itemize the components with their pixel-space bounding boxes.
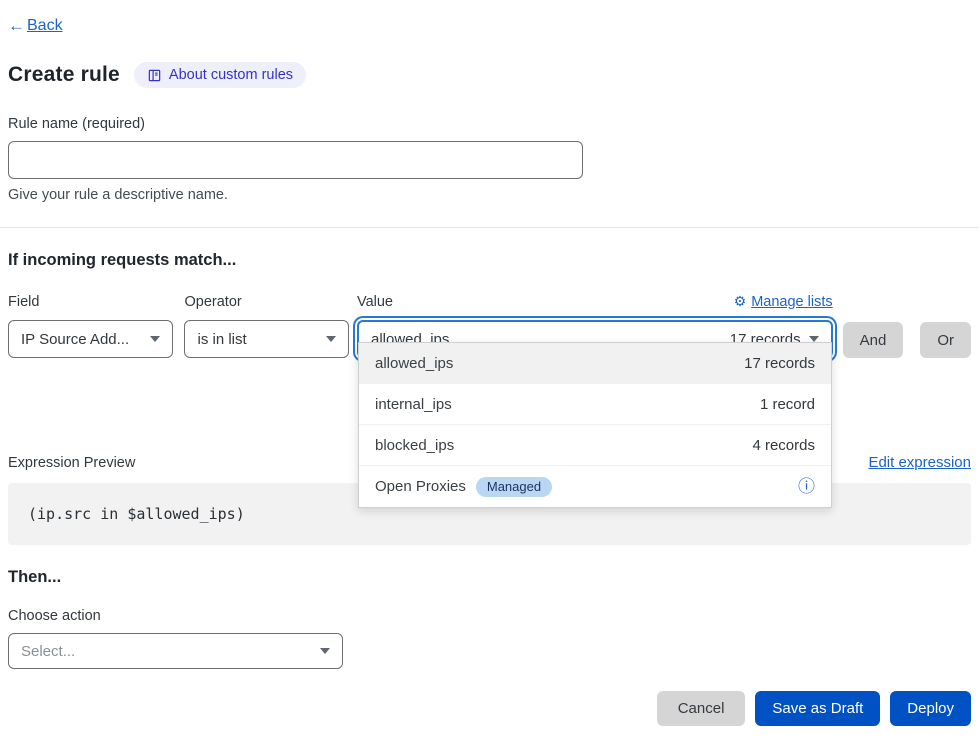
managed-badge: Managed (476, 477, 552, 497)
chevron-down-icon (326, 336, 336, 342)
action-select[interactable]: Select... (8, 633, 343, 669)
manage-lists-label: Manage lists (751, 294, 832, 310)
field-select-value: IP Source Add... (21, 331, 129, 348)
operator-label: Operator (184, 294, 349, 310)
page-title: Create rule (8, 63, 120, 87)
list-option-allowed-ips[interactable]: allowed_ips 17 records (359, 343, 831, 384)
book-icon (147, 68, 162, 83)
title-row: Create rule About custom rules (8, 62, 971, 88)
rule-name-label: Rule name (required) (8, 116, 971, 132)
list-option-name: allowed_ips (375, 355, 453, 372)
field-select[interactable]: IP Source Add... (8, 320, 173, 358)
create-rule-page: ←Back Create rule About custom rules Rul… (0, 0, 979, 726)
rule-name-helper: Give your rule a descriptive name. (8, 187, 971, 203)
and-button[interactable]: And (843, 322, 904, 358)
back-link[interactable]: ←Back (8, 16, 63, 36)
section-divider (0, 227, 979, 228)
list-option-internal-ips[interactable]: internal_ips 1 record (359, 384, 831, 425)
back-arrow-icon: ← (8, 16, 25, 36)
list-option-name: internal_ips (375, 396, 452, 413)
edit-expression-link[interactable]: Edit expression (868, 454, 971, 471)
action-select-placeholder: Select... (21, 643, 75, 660)
list-option-blocked-ips[interactable]: blocked_ips 4 records (359, 425, 831, 466)
manage-lists-link[interactable]: ⚙ Manage lists (734, 293, 833, 310)
list-dropdown: allowed_ips 17 records internal_ips 1 re… (358, 342, 832, 508)
save-as-draft-button[interactable]: Save as Draft (755, 691, 880, 726)
chevron-down-icon (320, 648, 330, 654)
about-custom-rules-link[interactable]: About custom rules (134, 62, 306, 88)
back-link-label: Back (27, 17, 63, 35)
list-option-records: 1 record (760, 396, 815, 413)
chevron-down-icon (150, 336, 160, 342)
info-icon[interactable]: ⓘ (798, 478, 815, 495)
back-row: ←Back (8, 0, 971, 36)
field-label: Field (8, 294, 173, 310)
cancel-button[interactable]: Cancel (657, 691, 746, 726)
choose-action-label: Choose action (8, 608, 971, 624)
or-button[interactable]: Or (920, 322, 971, 358)
list-option-name: Open Proxies (375, 478, 466, 495)
expression-preview-label: Expression Preview (8, 455, 135, 471)
match-section-heading: If incoming requests match... (8, 251, 971, 270)
list-option-open-proxies[interactable]: Open Proxies Managed ⓘ (359, 466, 831, 507)
then-section-heading: Then... (8, 568, 971, 587)
about-badge-label: About custom rules (169, 67, 293, 83)
deploy-button[interactable]: Deploy (890, 691, 971, 726)
list-option-records: 4 records (752, 437, 815, 454)
rule-name-input[interactable] (8, 141, 583, 179)
operator-select[interactable]: is in list (184, 320, 349, 358)
footer-actions: Cancel Save as Draft Deploy (8, 691, 971, 726)
gear-icon: ⚙ (734, 293, 747, 310)
value-label: Value (357, 294, 393, 310)
condition-row: Field IP Source Add... Operator is in li… (8, 293, 971, 358)
list-option-records: 17 records (744, 355, 815, 372)
operator-select-value: is in list (197, 331, 246, 348)
expression-code: (ip.src in $allowed_ips) (28, 505, 245, 523)
list-option-name: blocked_ips (375, 437, 454, 454)
